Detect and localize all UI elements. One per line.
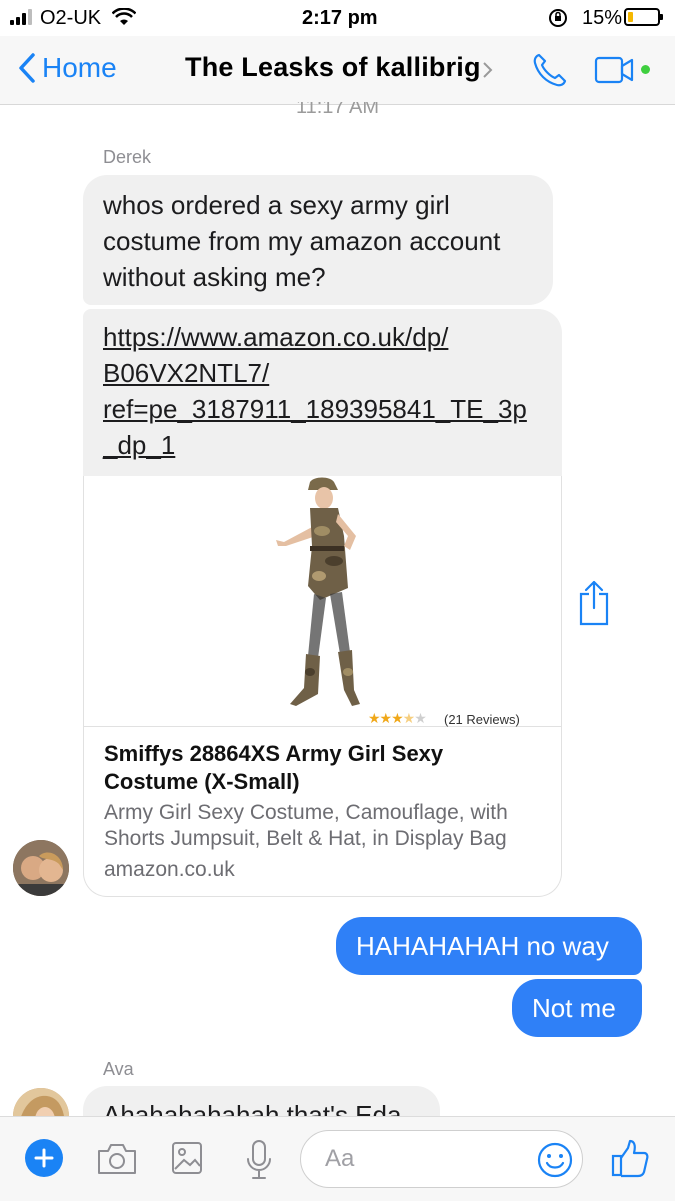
link-text-line[interactable]: https://www.amazon.co.uk/dp/	[103, 319, 542, 355]
message-input-placeholder: Aa	[325, 1145, 355, 1172]
wifi-icon	[112, 8, 136, 25]
conversation-title[interactable]: The Leasks of kallibrig	[185, 52, 481, 83]
link-text-line[interactable]: B06VX2NTL7/	[103, 355, 542, 391]
product-image[interactable]: ★★★★★ (21 Reviews)	[84, 476, 561, 727]
message-input[interactable]: Aa	[300, 1130, 583, 1188]
link-preview-card[interactable]: ★★★★★ (21 Reviews) Smiffys 28864XS Army …	[83, 476, 562, 897]
status-bar: O2-UK 2:17 pm 15%	[0, 0, 675, 36]
preview-title-line: Smiffys 28864XS Army Girl Sexy	[104, 741, 444, 766]
preview-domain: amazon.co.uk	[104, 858, 235, 881]
preview-description-line: Shorts Jumpsuit, Belt & Hat, in Display …	[104, 827, 507, 850]
composer-bar: Aa	[0, 1116, 675, 1201]
preview-description-line: Army Girl Sexy Costume, Camouflage, with	[104, 801, 508, 824]
sender-name: Ava	[103, 1059, 134, 1079]
photo-gallery-icon[interactable]	[171, 1141, 203, 1175]
chevron-right-icon[interactable]	[481, 61, 493, 79]
message-text: whos ordered a sexy army girl costume fr…	[103, 190, 501, 292]
message-text: Not me	[532, 993, 616, 1023]
costume-figure-image	[276, 477, 360, 706]
battery-icon	[624, 8, 663, 26]
avatar-photo	[13, 840, 69, 896]
preview-title: Smiffys 28864XS Army Girl Sexy Costume (…	[104, 740, 443, 796]
microphone-icon[interactable]	[245, 1139, 273, 1181]
carrier-label: O2-UK	[40, 7, 102, 29]
signal-icon	[10, 9, 34, 25]
add-button[interactable]	[25, 1139, 63, 1177]
sender-name: Derek	[103, 147, 152, 167]
back-label: Home	[42, 52, 117, 83]
preview-description: Army Girl Sexy Costume, Camouflage, with…	[104, 800, 508, 852]
link-text-line[interactable]: ref=pe_3187911_189395841_TE_3p	[103, 391, 542, 427]
emoji-icon[interactable]	[536, 1141, 574, 1179]
message-bubble[interactable]: whos ordered a sexy army girl costume fr…	[83, 175, 553, 305]
preview-title-line: Costume (X-Small)	[104, 769, 300, 794]
nav-bar: Home The Leasks of kallibrig	[0, 36, 675, 105]
back-button[interactable]: Home	[18, 52, 117, 84]
phone-call-icon[interactable]	[530, 50, 570, 90]
camera-icon[interactable]	[96, 1142, 138, 1176]
online-indicator	[641, 65, 650, 74]
rotation-lock-icon	[549, 9, 567, 27]
link-text-line[interactable]: _dp_1	[103, 427, 542, 463]
message-text: HAHAHAHAH no way	[356, 931, 609, 961]
plus-icon	[34, 1148, 54, 1168]
message-bubble-sent[interactable]: Not me	[512, 979, 642, 1037]
message-bubble-sent[interactable]: HAHAHAHAH no way	[336, 917, 642, 975]
review-count: (21 Reviews)	[444, 712, 520, 727]
avatar[interactable]	[13, 840, 69, 896]
video-call-icon[interactable]	[594, 56, 638, 84]
clock: 2:17 pm	[302, 7, 378, 29]
battery-percent: 15%	[582, 7, 623, 29]
thumbs-up-icon[interactable]	[610, 1139, 650, 1179]
chevron-left-icon	[19, 53, 35, 83]
link-message-bubble[interactable]: https://www.amazon.co.uk/dp/ B06VX2NTL7/…	[83, 309, 562, 477]
rating-stars: ★★★★★	[368, 710, 427, 726]
share-icon[interactable]	[577, 580, 611, 626]
